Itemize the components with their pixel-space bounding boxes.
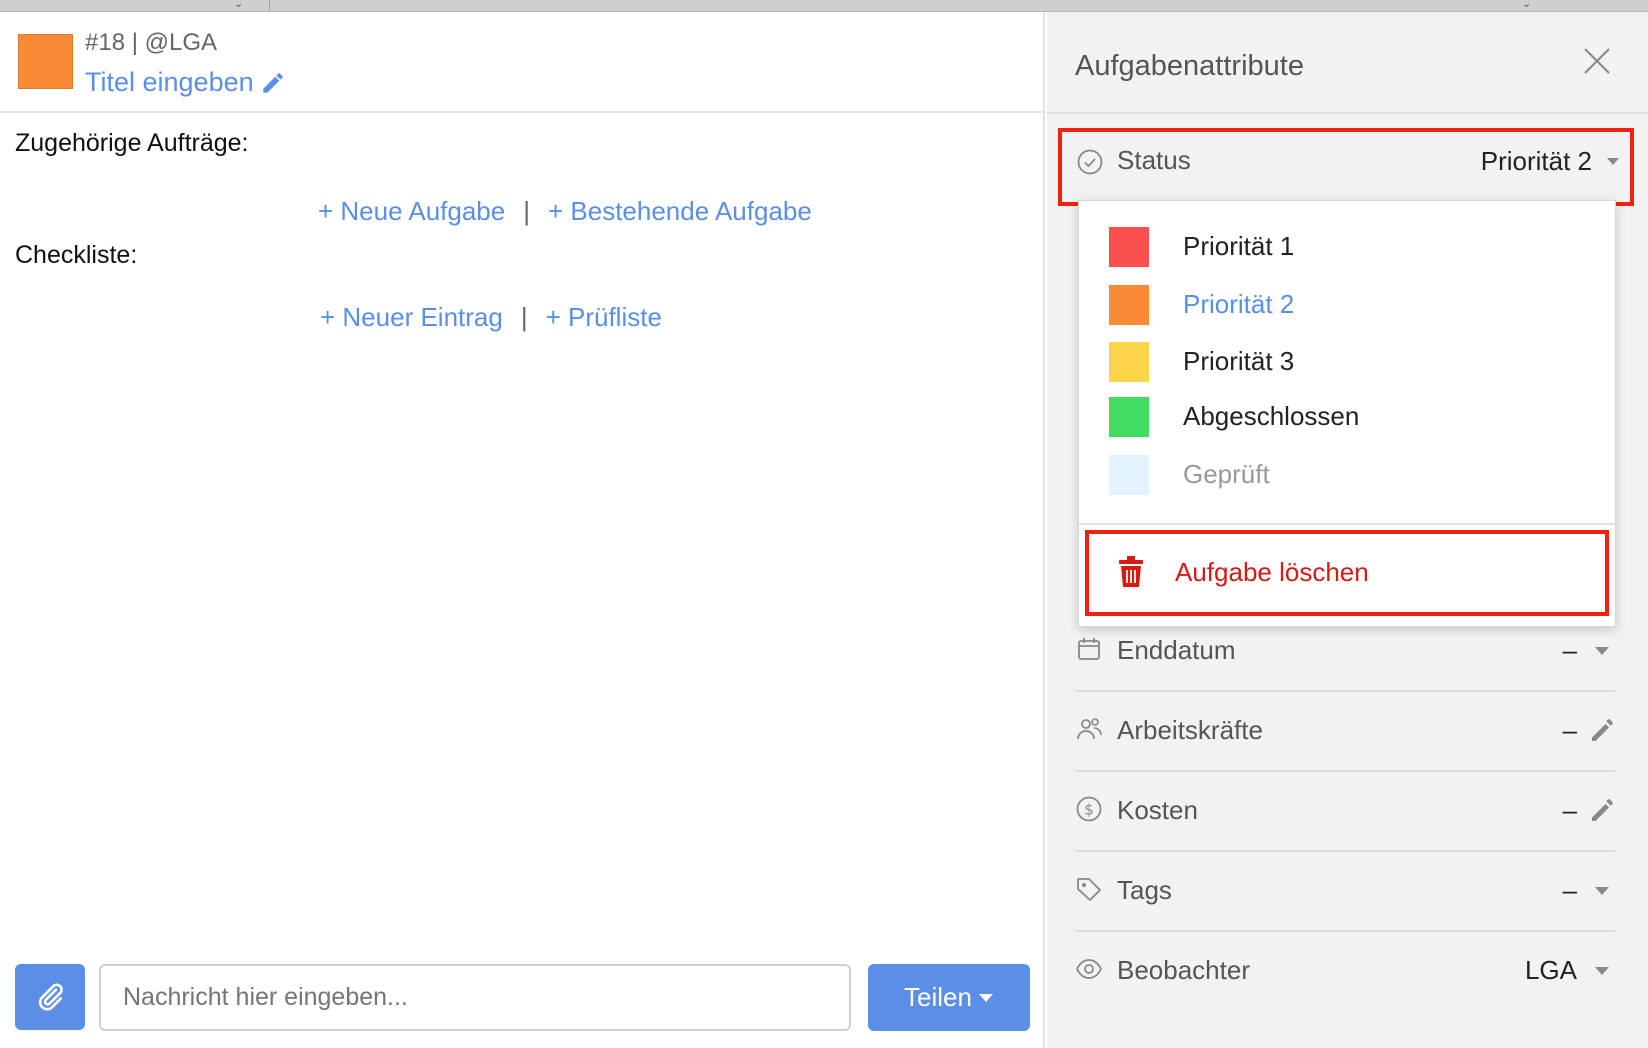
attribute-value: LGA xyxy=(1524,955,1577,985)
checklist-links: + Neuer Eintrag | + Prüfliste xyxy=(320,302,662,333)
share-button[interactable]: Teilen xyxy=(868,964,1030,1031)
status-color-swatch xyxy=(1109,227,1149,267)
existing-task-link[interactable]: + Bestehende Aufgabe xyxy=(548,196,812,227)
caret-down-icon xyxy=(978,993,993,1002)
svg-text:$: $ xyxy=(1084,801,1094,819)
status-color-swatch xyxy=(1109,455,1149,495)
attribute-value: – xyxy=(1562,715,1577,745)
top-toolbar-strip: ⌄ ⌄ xyxy=(0,0,1648,12)
related-orders-label: Zugehörige Aufträge: xyxy=(15,129,249,157)
related-orders-links: + Neue Aufgabe | + Bestehende Aufgabe xyxy=(318,196,812,227)
eye-icon xyxy=(1075,959,1103,979)
chevron-down-icon[interactable] xyxy=(1602,150,1624,172)
calendar-icon xyxy=(1078,638,1100,660)
delete-task-button[interactable]: Aufgabe löschen xyxy=(1085,530,1609,616)
attribute-label: Kosten xyxy=(1117,795,1198,825)
attribute-row-arbeitskräfte[interactable]: Arbeitskräfte – xyxy=(1075,688,1615,772)
close-icon[interactable] xyxy=(1582,46,1612,76)
dropdown-divider xyxy=(1079,523,1617,525)
chevron-down-icon[interactable] xyxy=(1589,877,1615,903)
chevron-down-icon[interactable] xyxy=(1589,957,1615,983)
status-option-label: Priorität 1 xyxy=(1183,231,1295,261)
link-separator: | xyxy=(523,196,530,226)
task-id-line: #18 | @LGA xyxy=(85,29,217,56)
attribute-row-tags[interactable]: Tags – xyxy=(1075,848,1615,932)
panel-divider xyxy=(1047,112,1648,114)
attach-button[interactable] xyxy=(15,964,85,1030)
attribute-value: – xyxy=(1562,875,1577,905)
chevron-down-icon[interactable]: ⌄ xyxy=(1522,0,1531,10)
attribute-label: Arbeitskräfte xyxy=(1117,715,1263,745)
new-task-link[interactable]: + Neue Aufgabe xyxy=(318,196,505,227)
trash-icon xyxy=(1119,556,1143,587)
message-input[interactable] xyxy=(99,964,851,1031)
status-label: Status xyxy=(1117,145,1191,175)
status-option-label: Abgeschlossen xyxy=(1183,401,1360,431)
status-field[interactable]: Status Priorität 2 xyxy=(1058,128,1634,206)
delete-task-label: Aufgabe löschen xyxy=(1175,557,1369,587)
status-option-label: Geprüft xyxy=(1183,459,1270,489)
people-icon xyxy=(1077,718,1102,740)
status-option[interactable]: Geprüft xyxy=(1079,449,1617,499)
link-separator: | xyxy=(520,302,528,332)
new-entry-link[interactable]: + Neuer Eintrag xyxy=(320,302,503,333)
attribute-value: – xyxy=(1562,635,1577,665)
task-title-text[interactable]: Titel eingeben xyxy=(85,67,254,98)
attribute-label: Beobachter xyxy=(1117,955,1250,985)
task-attributes-panel: Aufgabenattribute Status Priorität 2 End… xyxy=(1047,12,1648,1048)
message-composer: Teilen xyxy=(15,964,1030,1032)
status-color-swatch xyxy=(1109,342,1149,382)
status-dropdown-menu: Priorität 1 Priorität 2 Priorität 3 Abgesch… xyxy=(1078,200,1617,627)
status-option[interactable]: Priorität 1 xyxy=(1079,221,1617,271)
status-value[interactable]: Priorität 2 xyxy=(1481,146,1592,177)
chevron-down-icon[interactable]: ⌄ xyxy=(234,0,243,10)
pencil-icon[interactable] xyxy=(1589,797,1615,823)
share-button-label: Teilen xyxy=(904,982,972,1012)
status-option[interactable]: Abgeschlossen xyxy=(1079,391,1617,441)
paperclip-icon xyxy=(38,983,63,1011)
check-circle-icon xyxy=(1077,149,1103,175)
status-option-label: Priorität 3 xyxy=(1183,346,1295,376)
task-header: #18 | @LGA Titel eingeben xyxy=(0,12,1045,113)
task-color-swatch[interactable] xyxy=(18,34,73,89)
status-color-swatch xyxy=(1109,397,1149,437)
tag-icon xyxy=(1077,878,1101,901)
attribute-value: – xyxy=(1562,795,1577,825)
status-option[interactable]: Priorität 3 xyxy=(1079,336,1617,386)
status-option-label: Priorität 2 xyxy=(1183,289,1295,319)
task-detail-pane: #18 | @LGA Titel eingeben Zugehörige Auf… xyxy=(0,12,1045,1048)
panel-title: Aufgabenattribute xyxy=(1075,50,1304,82)
attribute-label: Enddatum xyxy=(1117,635,1236,665)
status-color-swatch xyxy=(1109,285,1149,325)
chevron-down-icon[interactable] xyxy=(1589,637,1615,663)
attribute-label: Tags xyxy=(1117,875,1172,905)
checklist-template-link[interactable]: + Prüfliste xyxy=(546,302,662,333)
pencil-icon[interactable] xyxy=(260,70,286,96)
dollar-icon: $ xyxy=(1076,796,1102,822)
checklist-label: Checkliste: xyxy=(15,241,138,269)
attribute-row-kosten[interactable]: $ Kosten – xyxy=(1075,768,1615,852)
attribute-row-beobachter[interactable]: Beobachter LGA xyxy=(1075,928,1615,1012)
task-title-link[interactable]: Titel eingeben xyxy=(85,67,286,98)
pencil-icon[interactable] xyxy=(1589,717,1615,743)
status-option[interactable]: Priorität 2 xyxy=(1079,279,1617,329)
toolbar-segment xyxy=(0,0,270,11)
